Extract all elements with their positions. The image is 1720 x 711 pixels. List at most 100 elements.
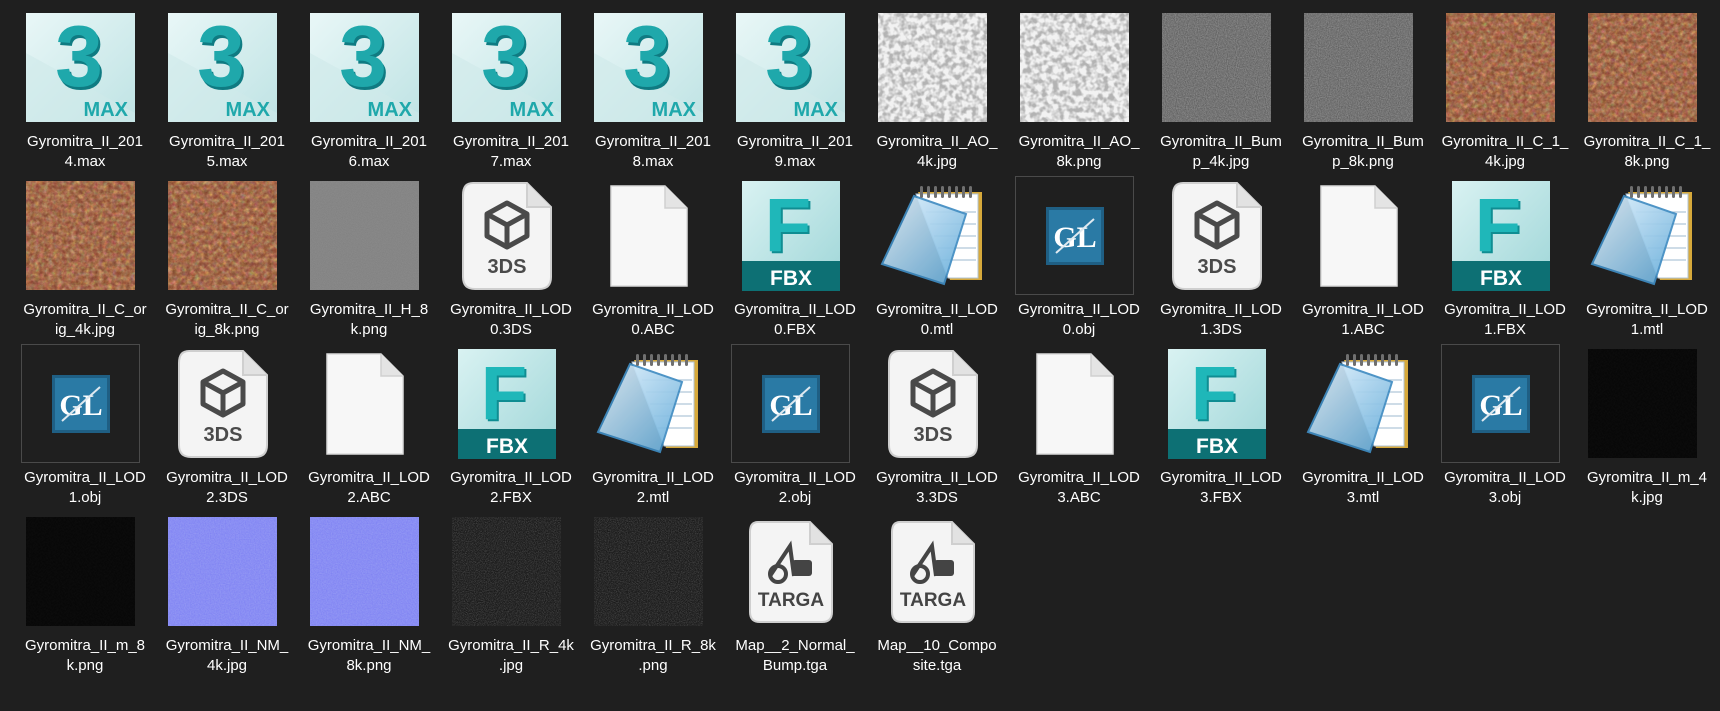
svg-text:F: F [764, 183, 810, 268]
3ds-file-icon: 3DS [461, 181, 552, 290]
file-name: Gyromitra_II_NM_ 8k.png [294, 636, 444, 676]
metalness-texture-thumbnail [1588, 349, 1697, 458]
file-thumbnail: F F FBX [731, 176, 850, 295]
ao-texture-thumbnail [878, 13, 987, 122]
file-name-line-1: Gyromitra_II_201 [169, 133, 285, 150]
file-thumbnail [21, 176, 140, 295]
file-name: Gyromitra_II_LOD 0.FBX [720, 300, 870, 340]
file-item[interactable]: Gyromitra_II_AO_ 8k.png [1004, 4, 1139, 170]
file-item[interactable]: F F FBX Gyromitra_II_LOD 3.FBX [1146, 340, 1282, 506]
file-name: Gyromitra_II_LOD 1.mtl [1572, 300, 1720, 340]
file-thumbnail [1157, 8, 1276, 127]
file-name-line-2: 7.max [490, 153, 532, 170]
file-item[interactable]: GL Gyromitra_II_LOD 3.obj [1430, 340, 1566, 506]
file-name: Gyromitra_II_LOD 3.obj [1430, 468, 1580, 508]
file-name-line-2: 8.max [632, 153, 674, 170]
file-item[interactable]: 3 3 MAX Gyromitra_II_201 7.max [436, 4, 569, 170]
file-name-line-1: Gyromitra_II_LOD [1302, 301, 1424, 318]
file-item[interactable]: Gyromitra_II_C_or ig_4k.jpg [10, 172, 147, 338]
file-name: Gyromitra_II_LOD 2.3DS [152, 468, 302, 508]
file-name-line-1: Gyromitra_II_LOD [450, 469, 572, 486]
file-thumbnail [873, 8, 992, 127]
svg-text:MAX: MAX [226, 99, 271, 121]
file-item[interactable]: F F FBX Gyromitra_II_LOD 1.FBX [1430, 172, 1566, 338]
file-thumbnail [21, 512, 140, 631]
file-item[interactable]: Gyromitra_II_LOD 2.ABC [294, 340, 430, 506]
file-item[interactable]: Gyromitra_II_R_4k .jpg [436, 508, 574, 674]
file-item[interactable]: 3 3 MAX Gyromitra_II_201 5.max [152, 4, 285, 170]
file-item[interactable]: GL Gyromitra_II_LOD 2.obj [720, 340, 856, 506]
file-name-line-2: .png [638, 657, 668, 674]
file-item[interactable]: Gyromitra_II_Bum p_4k.jpg [1146, 4, 1282, 170]
file-thumbnail: GL [1441, 344, 1560, 463]
file-item[interactable]: Gyromitra_II_LOD 3.ABC [1004, 340, 1140, 506]
file-name-line-2: 1.mtl [1630, 321, 1664, 338]
file-item[interactable]: Gyromitra_II_R_8k .png [578, 508, 716, 674]
file-name-line-1: Gyromitra_II_LOD [592, 469, 714, 486]
file-name-line-1: Gyromitra_II_LOD [1018, 301, 1140, 318]
file-item[interactable]: 3DS Gyromitra_II_LOD 2.3DS [152, 340, 288, 506]
file-name-line-1: Gyromitra_II_R_4k [448, 637, 574, 654]
file-name-line-1: Gyromitra_II_201 [311, 133, 427, 150]
file-item[interactable]: Gyromitra_II_C_1_ 4k.jpg [1430, 4, 1568, 170]
file-item[interactable]: Gyromitra_II_Bum p_8k.png [1288, 4, 1424, 170]
file-item[interactable]: GL Gyromitra_II_LOD 0.obj [1004, 172, 1140, 338]
file-name-line-2: 1.3DS [1200, 321, 1242, 338]
file-item[interactable]: Gyromitra_II_LOD 1.mtl [1572, 172, 1708, 338]
file-item[interactable]: 3DS Gyromitra_II_LOD 3.3DS [862, 340, 998, 506]
file-thumbnail: 3 3 MAX [163, 8, 282, 127]
file-item[interactable]: 3 3 MAX Gyromitra_II_201 6.max [294, 4, 427, 170]
file-name-line-1: Gyromitra_II_LOD [734, 301, 856, 318]
file-item[interactable]: GL Gyromitra_II_LOD 1.obj [10, 340, 146, 506]
file-item[interactable]: Gyromitra_II_LOD 0.mtl [862, 172, 998, 338]
blank-file-icon [1319, 184, 1398, 287]
file-name-line-1: Gyromitra_II_Bum [1160, 133, 1282, 150]
file-item[interactable]: F F FBX Gyromitra_II_LOD 2.FBX [436, 340, 572, 506]
bump-texture-thumbnail [1162, 13, 1271, 122]
file-item[interactable]: Gyromitra_II_LOD 1.ABC [1288, 172, 1424, 338]
file-name-line-2: 3.FBX [1200, 489, 1242, 506]
file-thumbnail [447, 512, 566, 631]
file-item[interactable]: Gyromitra_II_LOD 2.mtl [578, 340, 714, 506]
file-item[interactable]: F F FBX Gyromitra_II_LOD 0.FBX [720, 172, 856, 338]
file-thumbnail: GL [21, 344, 140, 463]
file-item[interactable]: Gyromitra_II_LOD 0.ABC [578, 172, 714, 338]
file-item[interactable]: Gyromitra_II_C_1_ 8k.png [1572, 4, 1710, 170]
file-name-line-1: Gyromitra_II_C_1_ [1583, 133, 1711, 150]
file-name-line-1: Gyromitra_II_LOD [876, 469, 998, 486]
file-name-line-1: Gyromitra_II_LOD [876, 301, 998, 318]
file-item[interactable]: Gyromitra_II_m_4 k.jpg [1572, 340, 1707, 506]
file-item[interactable]: Gyromitra_II_m_8 k.png [10, 508, 145, 674]
file-name-line-1: Gyromitra_II_LOD [1018, 469, 1140, 486]
file-item[interactable]: TARGA Map__10_Compo site.tga [862, 508, 997, 674]
svg-text:TARGA: TARGA [899, 590, 965, 611]
fbx-file-icon: F F FBX [1167, 348, 1266, 459]
file-thumbnail: 3DS [1157, 176, 1276, 295]
file-name: Gyromitra_II_C_1_ 8k.png [1572, 132, 1720, 172]
svg-text:MAX: MAX [510, 99, 555, 121]
ao-texture-thumbnail [1020, 13, 1129, 122]
normal-map-thumbnail [168, 517, 277, 626]
file-thumbnail [1441, 8, 1560, 127]
file-item[interactable]: Gyromitra_II_C_or ig_8k.png [152, 172, 289, 338]
file-name: Map__10_Compo site.tga [862, 636, 1012, 676]
file-item[interactable]: Gyromitra_II_NM_ 8k.png [294, 508, 430, 674]
file-item[interactable]: Gyromitra_II_AO_ 4k.jpg [862, 4, 997, 170]
file-name-line-2: 0.mtl [920, 321, 954, 338]
file-name: Gyromitra_II_Bum p_4k.jpg [1146, 132, 1296, 172]
file-name: Gyromitra_II_LOD 1.obj [10, 468, 160, 508]
svg-text:FBX: FBX [1196, 435, 1238, 458]
file-item[interactable]: 3 3 MAX Gyromitra_II_201 9.max [720, 4, 853, 170]
file-item[interactable]: Gyromitra_II_H_8 k.png [294, 172, 428, 338]
blank-file-icon [1035, 352, 1114, 455]
file-item[interactable]: 3 3 MAX Gyromitra_II_201 8.max [578, 4, 711, 170]
file-name-line-2: ig_8k.png [194, 321, 260, 338]
file-item[interactable]: 3DS Gyromitra_II_LOD 1.3DS [1146, 172, 1282, 338]
file-name-line-1: Gyromitra_II_NM_ [307, 637, 431, 654]
file-item[interactable]: 3 3 MAX Gyromitra_II_201 4.max [10, 4, 143, 170]
file-name-line-1: Gyromitra_II_LOD [308, 469, 430, 486]
file-item[interactable]: Gyromitra_II_NM_ 4k.jpg [152, 508, 288, 674]
file-item[interactable]: TARGA Map__2_Normal_ Bump.tga [720, 508, 855, 674]
file-item[interactable]: Gyromitra_II_LOD 3.mtl [1288, 340, 1424, 506]
file-item[interactable]: 3DS Gyromitra_II_LOD 0.3DS [436, 172, 572, 338]
